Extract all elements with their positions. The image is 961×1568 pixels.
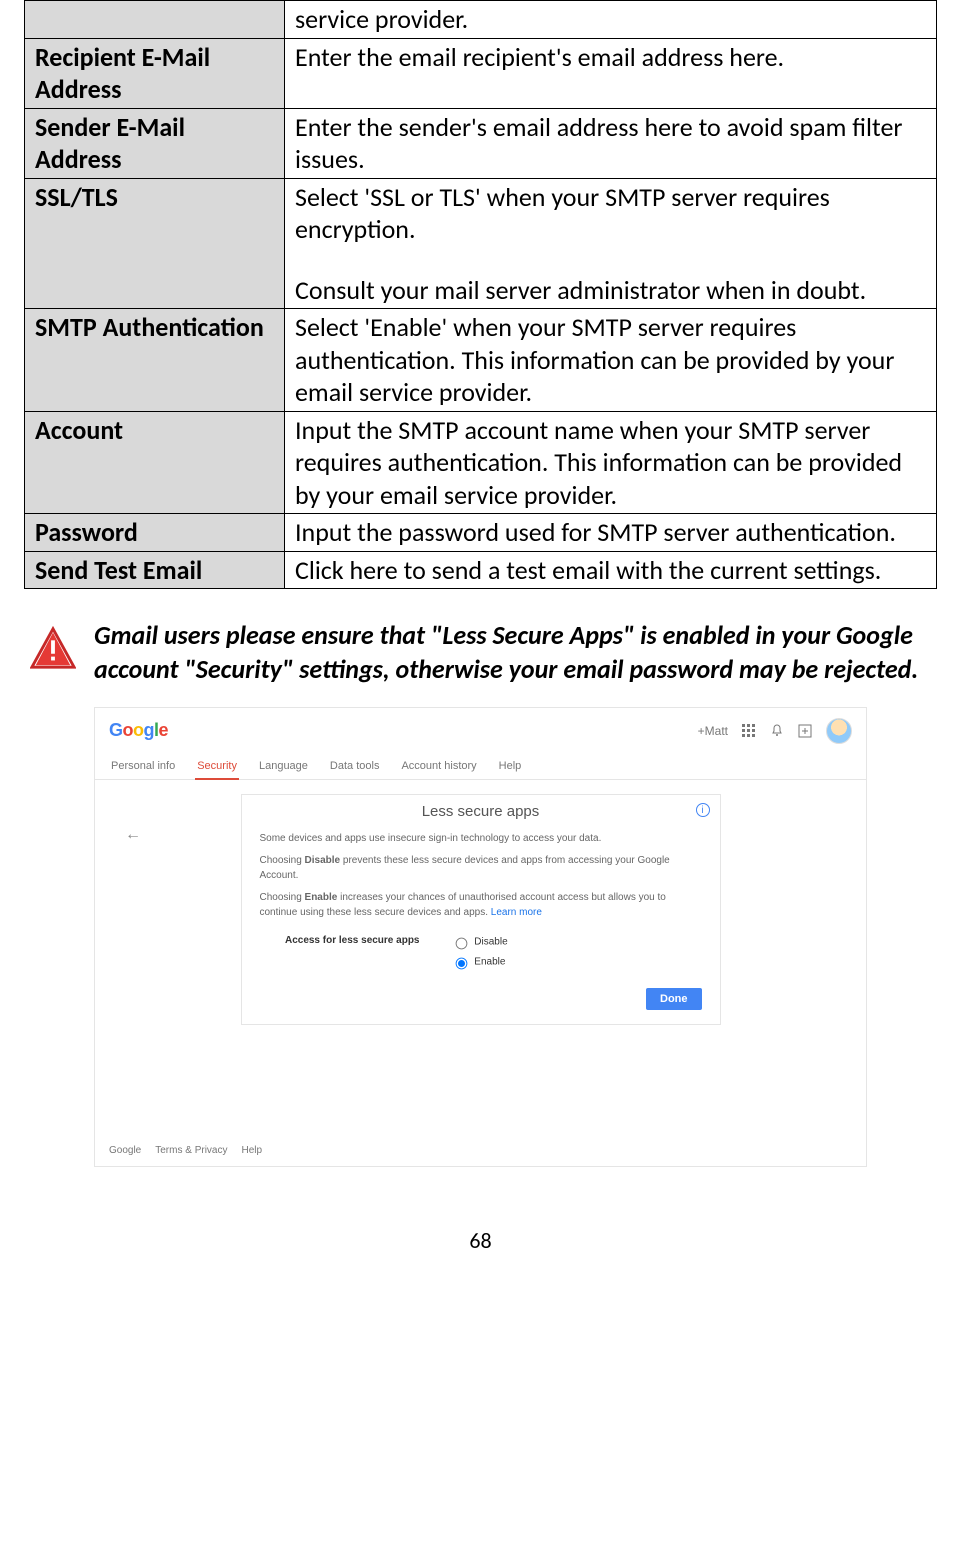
label-cell	[25, 1, 285, 39]
desc-text: Consult your mail server administrator w…	[295, 274, 926, 307]
label-cell: SSL/TLS	[25, 178, 285, 309]
tab-language[interactable]: Language	[257, 754, 310, 779]
card-paragraph: Choosing Disable prevents these less sec…	[260, 854, 702, 883]
table-row: Send Test Email Click here to send a tes…	[25, 551, 937, 589]
share-plus-icon[interactable]	[798, 724, 812, 738]
radio-enable[interactable]: Enable	[450, 954, 508, 970]
avatar[interactable]	[826, 718, 852, 744]
desc-cell: Select 'SSL or TLS' when your SMTP serve…	[285, 178, 937, 309]
less-secure-apps-card: Less secure apps i Some devices and apps…	[241, 794, 721, 1026]
done-button[interactable]: Done	[646, 988, 702, 1010]
bell-icon[interactable]	[770, 724, 784, 738]
footer-link[interactable]: Google	[109, 1145, 141, 1156]
desc-cell: Select 'Enable' when your SMTP server re…	[285, 309, 937, 412]
google-logo: Google	[109, 720, 168, 741]
tab-account-history[interactable]: Account history	[399, 754, 478, 779]
desc-cell: Click here to send a test email with the…	[285, 551, 937, 589]
table-row: service provider.	[25, 1, 937, 39]
table-row: Account Input the SMTP account name when…	[25, 411, 937, 514]
google-footer: Google Terms & Privacy Help	[109, 1145, 262, 1156]
table-row: Sender E-Mail Address Enter the sender's…	[25, 108, 937, 178]
desc-cell: Input the password used for SMTP server …	[285, 514, 937, 552]
info-icon[interactable]: i	[696, 803, 710, 817]
label-cell: Sender E-Mail Address	[25, 108, 285, 178]
label-cell: Account	[25, 411, 285, 514]
apps-grid-icon[interactable]	[742, 724, 756, 738]
tab-data-tools[interactable]: Data tools	[328, 754, 382, 779]
radio-disable[interactable]: Disable	[450, 934, 508, 950]
label-cell: Password	[25, 514, 285, 552]
settings-tabs: Personal info Security Language Data too…	[95, 750, 866, 780]
back-arrow-icon[interactable]: ←	[125, 826, 141, 844]
footer-link[interactable]: Terms & Privacy	[155, 1145, 227, 1156]
tab-help[interactable]: Help	[497, 754, 524, 779]
card-title: Less secure apps	[422, 803, 540, 820]
google-screenshot: Google +Matt Personal info Security Lang…	[94, 707, 867, 1167]
warning-icon	[30, 625, 76, 671]
table-row: Recipient E-Mail Address Enter the email…	[25, 38, 937, 108]
tab-security[interactable]: Security	[195, 754, 239, 780]
desc-text: Select 'SSL or TLS' when your SMTP serve…	[295, 181, 926, 246]
warning-box: Gmail users please ensure that "Less Sec…	[24, 619, 937, 687]
learn-more-link[interactable]: Learn more	[491, 907, 542, 918]
page-number: 68	[24, 1227, 937, 1254]
desc-cell: Enter the sender's email address here to…	[285, 108, 937, 178]
topbar-right: +Matt	[698, 718, 852, 744]
radio-group-label: Access for less secure apps	[270, 934, 420, 949]
tab-personal-info[interactable]: Personal info	[109, 754, 177, 779]
user-link[interactable]: +Matt	[698, 724, 728, 738]
desc-cell: service provider.	[285, 1, 937, 39]
warning-text: Gmail users please ensure that "Less Sec…	[94, 619, 931, 687]
label-cell: Send Test Email	[25, 551, 285, 589]
card-paragraph: Some devices and apps use insecure sign-…	[260, 832, 702, 847]
desc-cell: Input the SMTP account name when your SM…	[285, 411, 937, 514]
table-row: Password Input the password used for SMT…	[25, 514, 937, 552]
table-row: SSL/TLS Select 'SSL or TLS' when your SM…	[25, 178, 937, 309]
table-row: SMTP Authentication Select 'Enable' when…	[25, 309, 937, 412]
card-paragraph: Choosing Enable increases your chances o…	[260, 891, 702, 920]
footer-link[interactable]: Help	[241, 1145, 262, 1156]
label-cell: Recipient E-Mail Address	[25, 38, 285, 108]
desc-cell: Enter the email recipient's email addres…	[285, 38, 937, 108]
label-cell: SMTP Authentication	[25, 309, 285, 412]
settings-table: service provider. Recipient E-Mail Addre…	[24, 0, 937, 589]
